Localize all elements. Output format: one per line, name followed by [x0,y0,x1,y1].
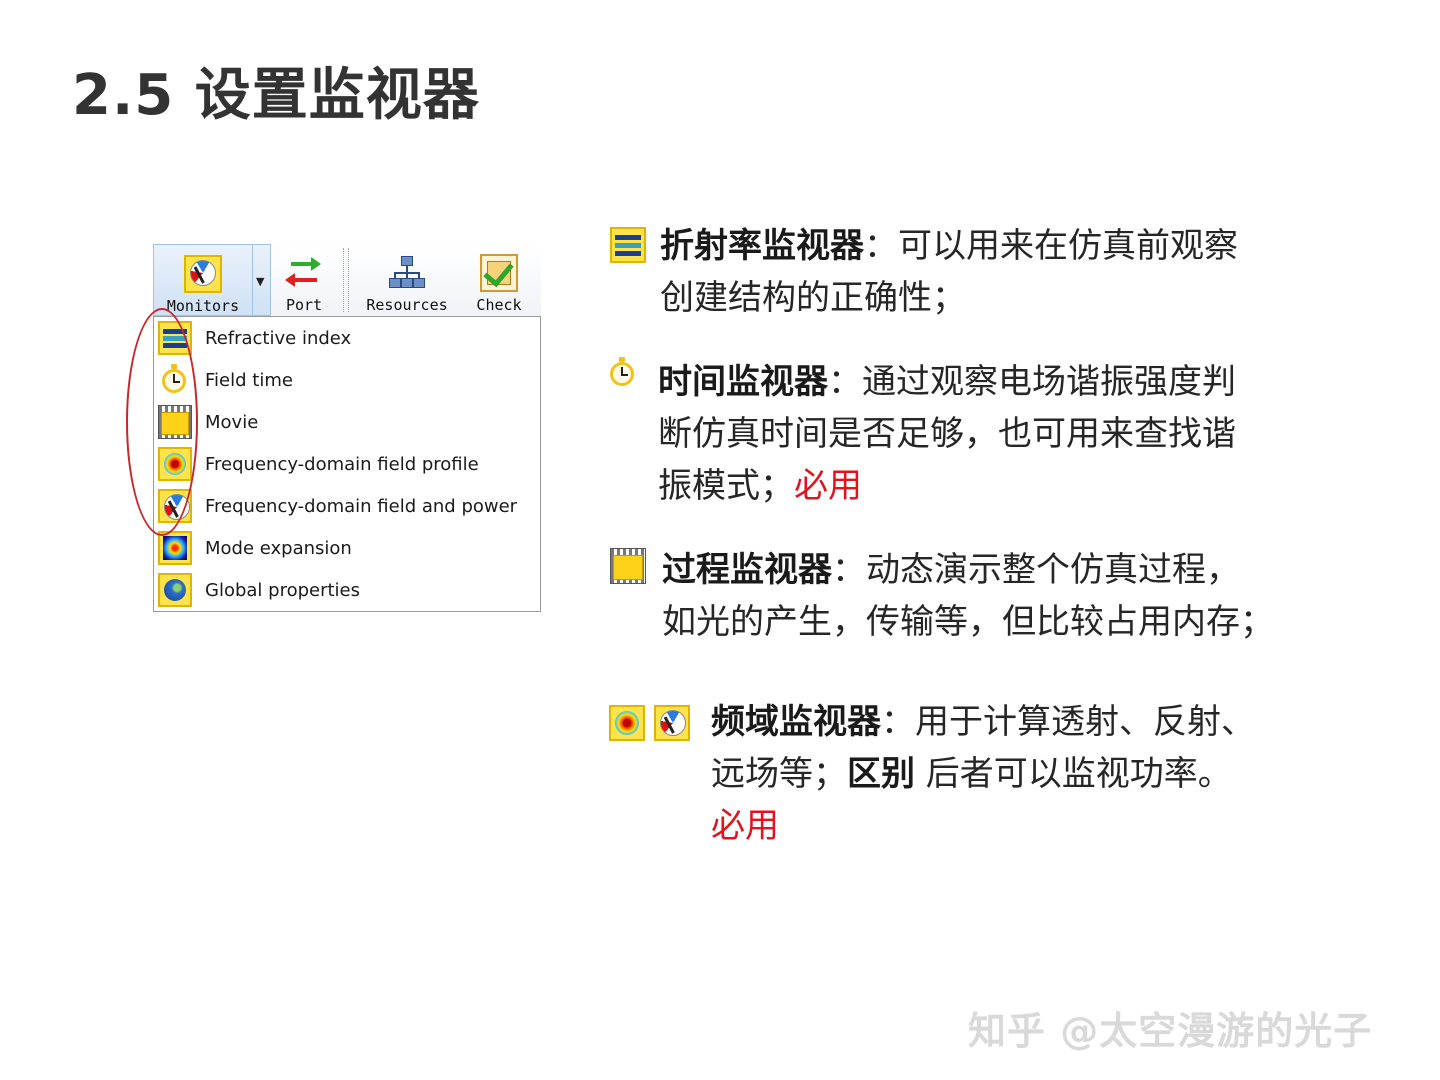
frequency-power-gauge-icon [654,705,690,741]
note-time-line1: ：通过观察电场谐振强度判 [828,362,1236,402]
check-label: Check [476,296,522,314]
note-movie-line1: ：动态演示整个仿真过程， [832,550,1240,590]
refractive-index-icon [158,321,192,355]
frequency-power-gauge-icon [158,489,192,523]
monitors-button[interactable]: Monitors [153,244,253,316]
monitors-dropdown-menu: Refractive index Field time Movie Freque… [153,316,541,612]
global-properties-globe-icon [158,573,192,607]
field-time-clock-icon [158,363,192,397]
resources-label: Resources [366,296,448,314]
menu-item-mode-expansion[interactable]: Mode expansion [154,527,540,569]
note-time-line2: 断仿真时间是否足够，也可用来查找谐 [658,414,1236,454]
note-movie-line2: 如光的产生，传输等，但比较占用内存； [662,602,1274,642]
note-frequency-required-tag: 必用 [711,806,779,846]
note-frequency-difference: 区别 [847,754,915,794]
note-time-line3: 振模式； [658,466,794,506]
port-arrows-icon [285,254,323,292]
note-frequency-title: 频域监视器 [711,702,881,742]
menu-item-refractive-index[interactable]: Refractive index [154,317,540,359]
menu-item-global-properties[interactable]: Global properties [154,569,540,611]
field-time-clock-icon [606,356,642,392]
note-frequency-line2c: 后者可以监视功率。 [915,754,1232,794]
menu-item-label: Frequency-domain field and power [205,495,518,517]
menu-item-label: Global properties [205,579,360,601]
check-icon [480,254,518,292]
slide-title: 2.5 设置监视器 [72,63,480,128]
movie-film-icon [158,405,192,439]
note-frequency: 频域监视器：用于计算透射、反射、 远场等；区别 后者可以监视功率。 必用 [711,696,1255,852]
note-refractive: 折射率监视器：可以用来在仿真前观察 创建结构的正确性； [660,220,1238,324]
chevron-down-icon: ▼ [256,275,265,288]
frequency-profile-icon [609,705,645,741]
menu-item-field-time[interactable]: Field time [154,359,540,401]
port-button[interactable]: Port [275,244,333,316]
monitors-label: Monitors [166,297,240,315]
note-refractive-line2: 创建结构的正确性； [660,278,966,318]
mode-expansion-icon [158,531,192,565]
menu-item-label: Field time [205,369,293,391]
menu-item-label: Refractive index [205,327,352,349]
menu-item-frequency-power[interactable]: Frequency-domain field and power [154,485,540,527]
check-button[interactable]: Check [467,244,531,316]
note-time-required-tag: 必用 [794,466,862,506]
watermark: 知乎 @太空漫游的光子 [968,1009,1373,1053]
note-time-title: 时间监视器 [658,362,828,402]
note-movie-title: 过程监视器 [662,550,832,590]
refractive-index-icon [610,227,646,263]
menu-item-label: Mode expansion [205,537,352,559]
note-frequency-line2a: 远场等； [711,754,847,794]
note-refractive-line1: ：可以用来在仿真前观察 [864,226,1238,266]
note-time: 时间监视器：通过观察电场谐振强度判 断仿真时间是否足够，也可用来查找谐 振模式；… [658,356,1236,512]
menu-item-label: Movie [205,411,259,433]
frequency-profile-icon [158,447,192,481]
port-label: Port [285,296,323,314]
monitor-gauge-icon [184,255,222,293]
resources-tree-icon [388,254,426,292]
note-movie: 过程监视器：动态演示整个仿真过程， 如光的产生，传输等，但比较占用内存； [662,544,1274,648]
menu-item-frequency-profile[interactable]: Frequency-domain field profile [154,443,540,485]
note-refractive-title: 折射率监视器 [660,226,864,266]
menu-item-movie[interactable]: Movie [154,401,540,443]
lumerical-toolbar: Monitors ▼ Port Resources Check [153,244,541,316]
monitors-dropdown-arrow[interactable]: ▼ [253,244,271,316]
resources-button[interactable]: Resources [361,244,453,316]
toolbar-separator [343,248,344,312]
note-frequency-line1: ：用于计算透射、反射、 [881,702,1255,742]
movie-film-icon [610,548,646,584]
menu-item-label: Frequency-domain field profile [205,453,479,475]
toolbar-separator [348,248,349,312]
